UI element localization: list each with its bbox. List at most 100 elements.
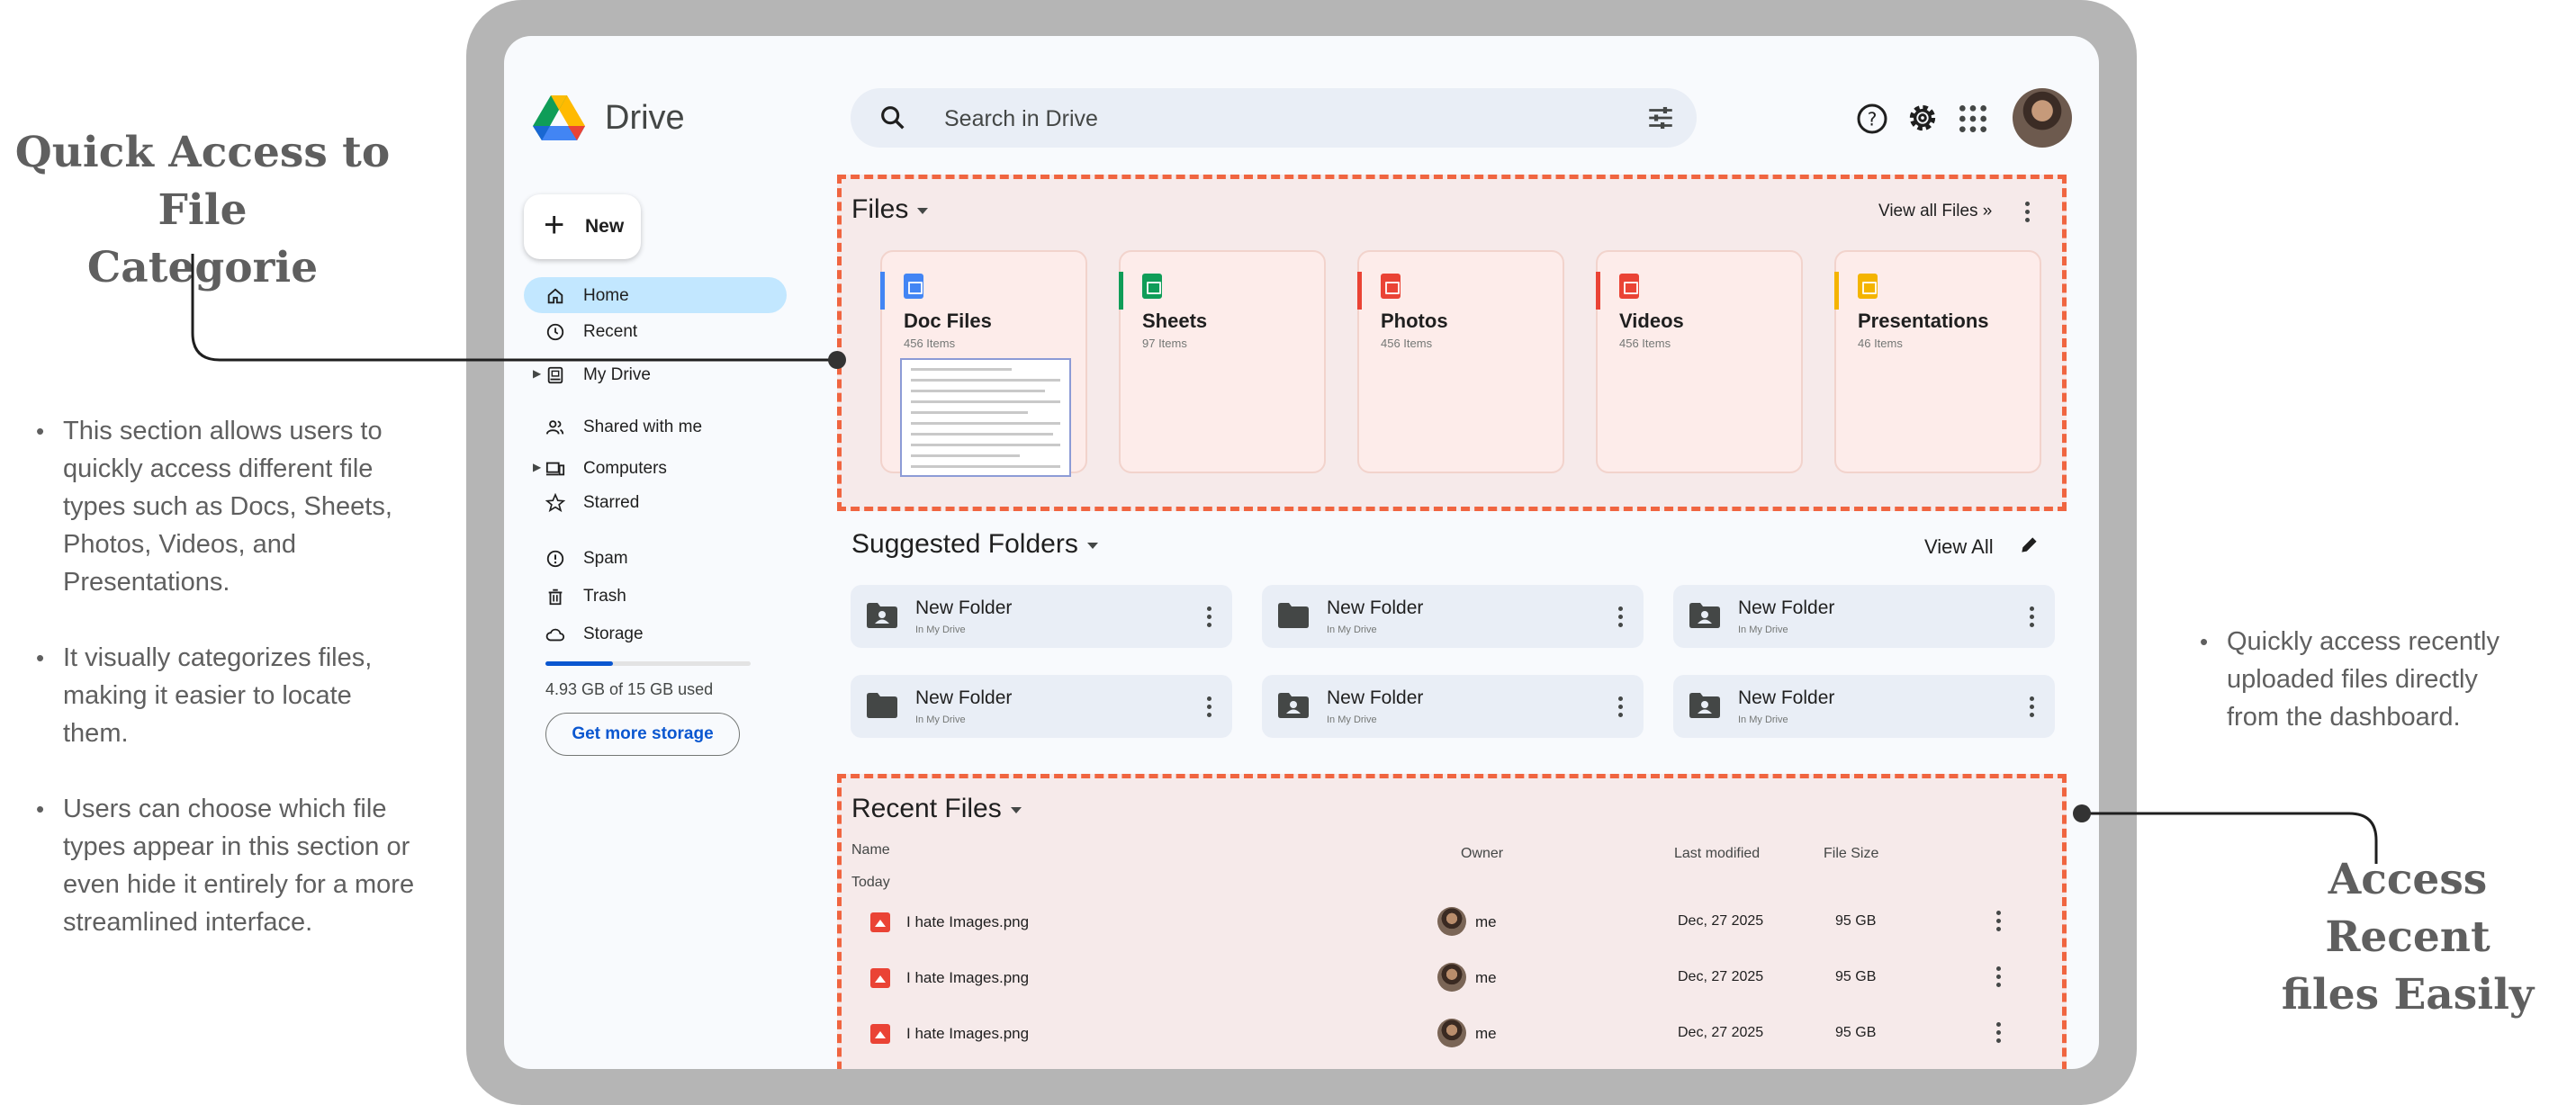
folder-more-icon[interactable] xyxy=(1207,696,1212,721)
account-avatar[interactable] xyxy=(2013,88,2072,148)
category-name: Videos xyxy=(1619,310,1684,332)
suggested-folder-card[interactable]: New Folder In My Drive xyxy=(1673,585,2055,648)
file-more-icon[interactable] xyxy=(1996,911,2002,935)
storage-progress-fill xyxy=(545,661,613,666)
suggested-folder-card[interactable]: New Folder In My Drive xyxy=(1262,675,1644,738)
recent-file-row[interactable]: I hate Images.png me Dec, 27 2025 95 GB xyxy=(851,1011,2039,1056)
new-button[interactable]: + New xyxy=(524,194,641,259)
folder-more-icon[interactable] xyxy=(1618,696,1624,721)
videos-file-icon xyxy=(1619,274,1639,299)
storage-progress-bar xyxy=(545,661,751,666)
column-header-owner[interactable]: Owner xyxy=(1461,846,1503,862)
sidebar-item-storage[interactable]: Storage xyxy=(524,615,787,651)
folder-location: In My Drive xyxy=(1738,714,1788,725)
column-header-last-modified[interactable]: Last modified xyxy=(1674,846,1760,862)
folder-more-icon[interactable] xyxy=(2030,696,2035,721)
apps-icon[interactable] xyxy=(1955,101,1991,137)
sidebar-item-shared-with-me[interactable]: Shared with me xyxy=(524,409,787,445)
view-all-files-link[interactable]: View all Files » xyxy=(1878,202,1992,221)
folder-location: In My Drive xyxy=(1738,624,1788,635)
bullet-line: uploaded files directly xyxy=(2227,665,2478,694)
suggested-folder-card[interactable]: New Folder In My Drive xyxy=(1262,585,1644,648)
recent-file-row[interactable]: I hate Images.png me Dec, 27 2025 95 GB xyxy=(851,900,2039,945)
sheets-file-icon xyxy=(1142,274,1162,299)
right-callout-title: Access Recent files Easily xyxy=(2241,851,2574,1024)
category-accent-bar xyxy=(1596,272,1600,310)
sidebar-item-label: Starred xyxy=(583,493,640,512)
suggested-folder-card[interactable]: New Folder In My Drive xyxy=(851,585,1232,648)
shared-folder-icon xyxy=(1278,693,1309,718)
file-size: 95 GB xyxy=(1835,969,1877,984)
sidebar-item-label: Home xyxy=(583,286,629,305)
file-size: 95 GB xyxy=(1835,1025,1877,1040)
bullet-line: them. xyxy=(63,719,129,748)
chevron-down-icon xyxy=(1086,542,1098,549)
bullet-line: Photos, Videos, and xyxy=(63,530,297,559)
expand-arrow-icon[interactable]: ▶ xyxy=(533,461,541,473)
search-icon[interactable] xyxy=(878,103,908,133)
image-file-icon xyxy=(870,1024,890,1044)
bullet-line: streamlined interface. xyxy=(63,908,313,937)
suggested-folder-card[interactable]: New Folder In My Drive xyxy=(1673,675,2055,738)
cloud-icon xyxy=(545,628,565,642)
category-card-presentations[interactable]: Presentations 46 Items xyxy=(1834,250,2041,473)
right-bullet: Quickly access recently uploaded files d… xyxy=(2200,623,2560,736)
trash-icon xyxy=(548,588,563,606)
file-more-icon[interactable] xyxy=(1996,966,2002,991)
folder-more-icon[interactable] xyxy=(1207,606,1212,631)
category-card-docs[interactable]: Doc Files 456 Items xyxy=(880,250,1087,477)
folder-name: New Folder xyxy=(1327,597,1424,618)
bullet-line: types such as Docs, Sheets, xyxy=(63,492,392,521)
sidebar-item-home[interactable]: Home xyxy=(524,277,787,313)
recent-file-row[interactable]: I hate Images.png me Dec, 27 2025 95 GB xyxy=(851,956,2039,1001)
view-all-folders-link[interactable]: View All xyxy=(1924,535,1994,559)
search-bar[interactable]: Search in Drive xyxy=(851,88,1697,148)
sidebar-item-label: Recent xyxy=(583,322,638,341)
category-card-sheets[interactable]: Sheets 97 Items xyxy=(1119,250,1326,473)
filter-icon[interactable] xyxy=(1645,103,1676,133)
help-icon[interactable]: ? xyxy=(1854,101,1890,137)
sidebar-item-trash[interactable]: Trash xyxy=(524,578,787,614)
category-card-photos[interactable]: Photos 456 Items xyxy=(1357,250,1564,473)
sidebar-item-my-drive[interactable]: ▶ My Drive xyxy=(524,356,787,392)
settings-icon[interactable] xyxy=(1905,100,1941,136)
shared-folder-icon xyxy=(1689,693,1720,718)
svg-text:?: ? xyxy=(1868,109,1878,130)
folder-more-icon[interactable] xyxy=(1618,606,1624,631)
category-card-videos[interactable]: Videos 456 Items xyxy=(1596,250,1803,473)
suggested-folders-title[interactable]: Suggested Folders xyxy=(851,529,1098,560)
file-more-icon[interactable] xyxy=(1996,1022,2002,1047)
category-count: 456 Items xyxy=(1619,337,1671,350)
image-file-icon xyxy=(870,968,890,988)
sidebar-item-label: Shared with me xyxy=(583,418,703,436)
sidebar-item-computers[interactable]: ▶ Computers xyxy=(524,450,787,486)
folder-name: New Folder xyxy=(915,597,1013,618)
expand-arrow-icon[interactable]: ▶ xyxy=(533,367,541,380)
recent-files-title[interactable]: Recent Files xyxy=(851,794,1022,824)
folder-more-icon[interactable] xyxy=(2030,606,2035,631)
sidebar-item-recent[interactable]: Recent xyxy=(524,313,787,349)
drive-logo-icon xyxy=(533,95,585,140)
bullet-line: Users can choose which file xyxy=(63,795,387,823)
sidebar-item-label: Computers xyxy=(583,459,667,478)
category-name: Photos xyxy=(1381,310,1448,332)
file-last-modified: Dec, 27 2025 xyxy=(1678,969,1764,984)
people-icon xyxy=(545,420,564,435)
left-bullet: Users can choose which file types appear… xyxy=(36,790,459,941)
sidebar-item-starred[interactable]: Starred xyxy=(524,484,787,520)
column-header-name[interactable]: Name xyxy=(851,842,890,858)
bullet-line: Quickly access recently xyxy=(2227,627,2499,656)
edit-pencil-icon[interactable] xyxy=(2018,533,2041,556)
files-more-icon[interactable] xyxy=(2025,202,2031,226)
folder-location: In My Drive xyxy=(1327,624,1377,635)
column-header-file-size[interactable]: File Size xyxy=(1824,846,1878,862)
files-section-title[interactable]: Files xyxy=(851,194,929,225)
bullet-line: It visually categorizes files, xyxy=(63,643,373,672)
sidebar-item-spam[interactable]: Spam xyxy=(524,540,787,576)
bullet-line: from the dashboard. xyxy=(2227,703,2461,732)
suggested-folder-card[interactable]: New Folder In My Drive xyxy=(851,675,1232,738)
right-bullet-list: Quickly access recently uploaded files d… xyxy=(2200,623,2560,774)
get-more-storage-button[interactable]: Get more storage xyxy=(545,713,740,756)
left-callout-title: Quick Access to File Categorie xyxy=(0,124,405,297)
category-name: Presentations xyxy=(1858,310,1989,332)
